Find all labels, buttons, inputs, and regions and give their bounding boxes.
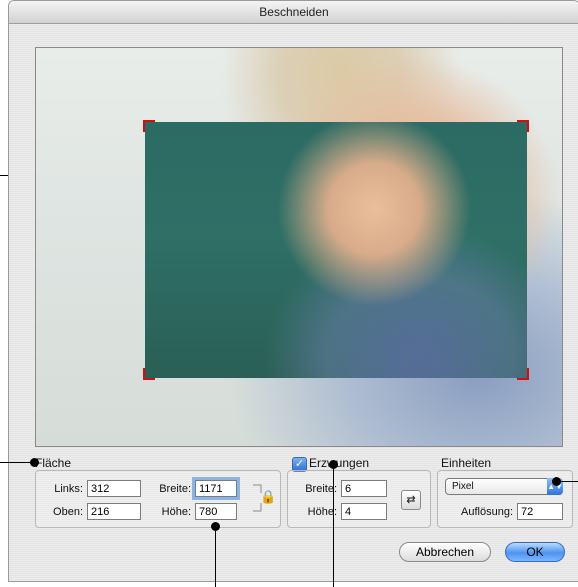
- callout-dot-hoehe: [211, 522, 220, 531]
- callout-line-flaeche: [0, 462, 34, 463]
- flaeche-group-title: Fläche: [35, 456, 72, 470]
- window-title: Beschneiden: [9, 1, 578, 24]
- callout-line-hoehe: [215, 526, 216, 587]
- oben-label: Oben:: [53, 506, 83, 518]
- links-label: Links:: [54, 483, 83, 495]
- unit-select-value: Pixel: [452, 481, 474, 492]
- erzwungen-breite-label: Breite:: [305, 483, 337, 495]
- erzwungen-label[interactable]: Erzwungen: [309, 456, 369, 470]
- cancel-button[interactable]: Abbrechen: [399, 542, 491, 562]
- swap-ratio-icon: ⇄: [406, 494, 416, 506]
- oben-input[interactable]: [87, 503, 141, 520]
- swap-ratio-button[interactable]: ⇄: [401, 490, 421, 510]
- flaeche-group: [35, 470, 281, 528]
- callout-dot-erzwungen: [329, 460, 338, 469]
- crop-rectangle[interactable]: [143, 120, 529, 380]
- erzwungen-hoehe-label: Höhe:: [307, 506, 337, 518]
- crop-dialog: Beschneiden Fläche Links: Oben: Breite: …: [8, 0, 578, 582]
- unit-select[interactable]: Pixel ▲▼: [445, 478, 563, 495]
- breite-label: Breite:: [159, 483, 191, 495]
- crop-handle-bottom-left[interactable]: [143, 368, 155, 380]
- hoehe-label: Höhe:: [161, 506, 191, 518]
- erzwungen-breite-input[interactable]: [341, 480, 387, 497]
- image-preview[interactable]: [35, 47, 563, 447]
- aufloesung-input[interactable]: [517, 503, 563, 520]
- callout-dot-units: [552, 477, 561, 486]
- erzwungen-hoehe-input[interactable]: [341, 503, 387, 520]
- links-input[interactable]: [87, 480, 141, 497]
- aufloesung-label: Auflösung:: [461, 506, 513, 518]
- hoehe-input[interactable]: [195, 503, 237, 520]
- crop-handle-top-left[interactable]: [143, 120, 155, 132]
- breite-input[interactable]: [192, 477, 240, 500]
- crop-handle-bottom-right[interactable]: [517, 368, 529, 380]
- lock-icon[interactable]: 🔒: [260, 489, 276, 505]
- crop-handle-top-right[interactable]: [517, 120, 529, 132]
- callout-dot-flaeche: [30, 458, 39, 467]
- ok-button[interactable]: OK: [505, 542, 565, 562]
- callout-line-erzwungen: [333, 464, 334, 587]
- einheiten-group-title: Einheiten: [441, 456, 492, 470]
